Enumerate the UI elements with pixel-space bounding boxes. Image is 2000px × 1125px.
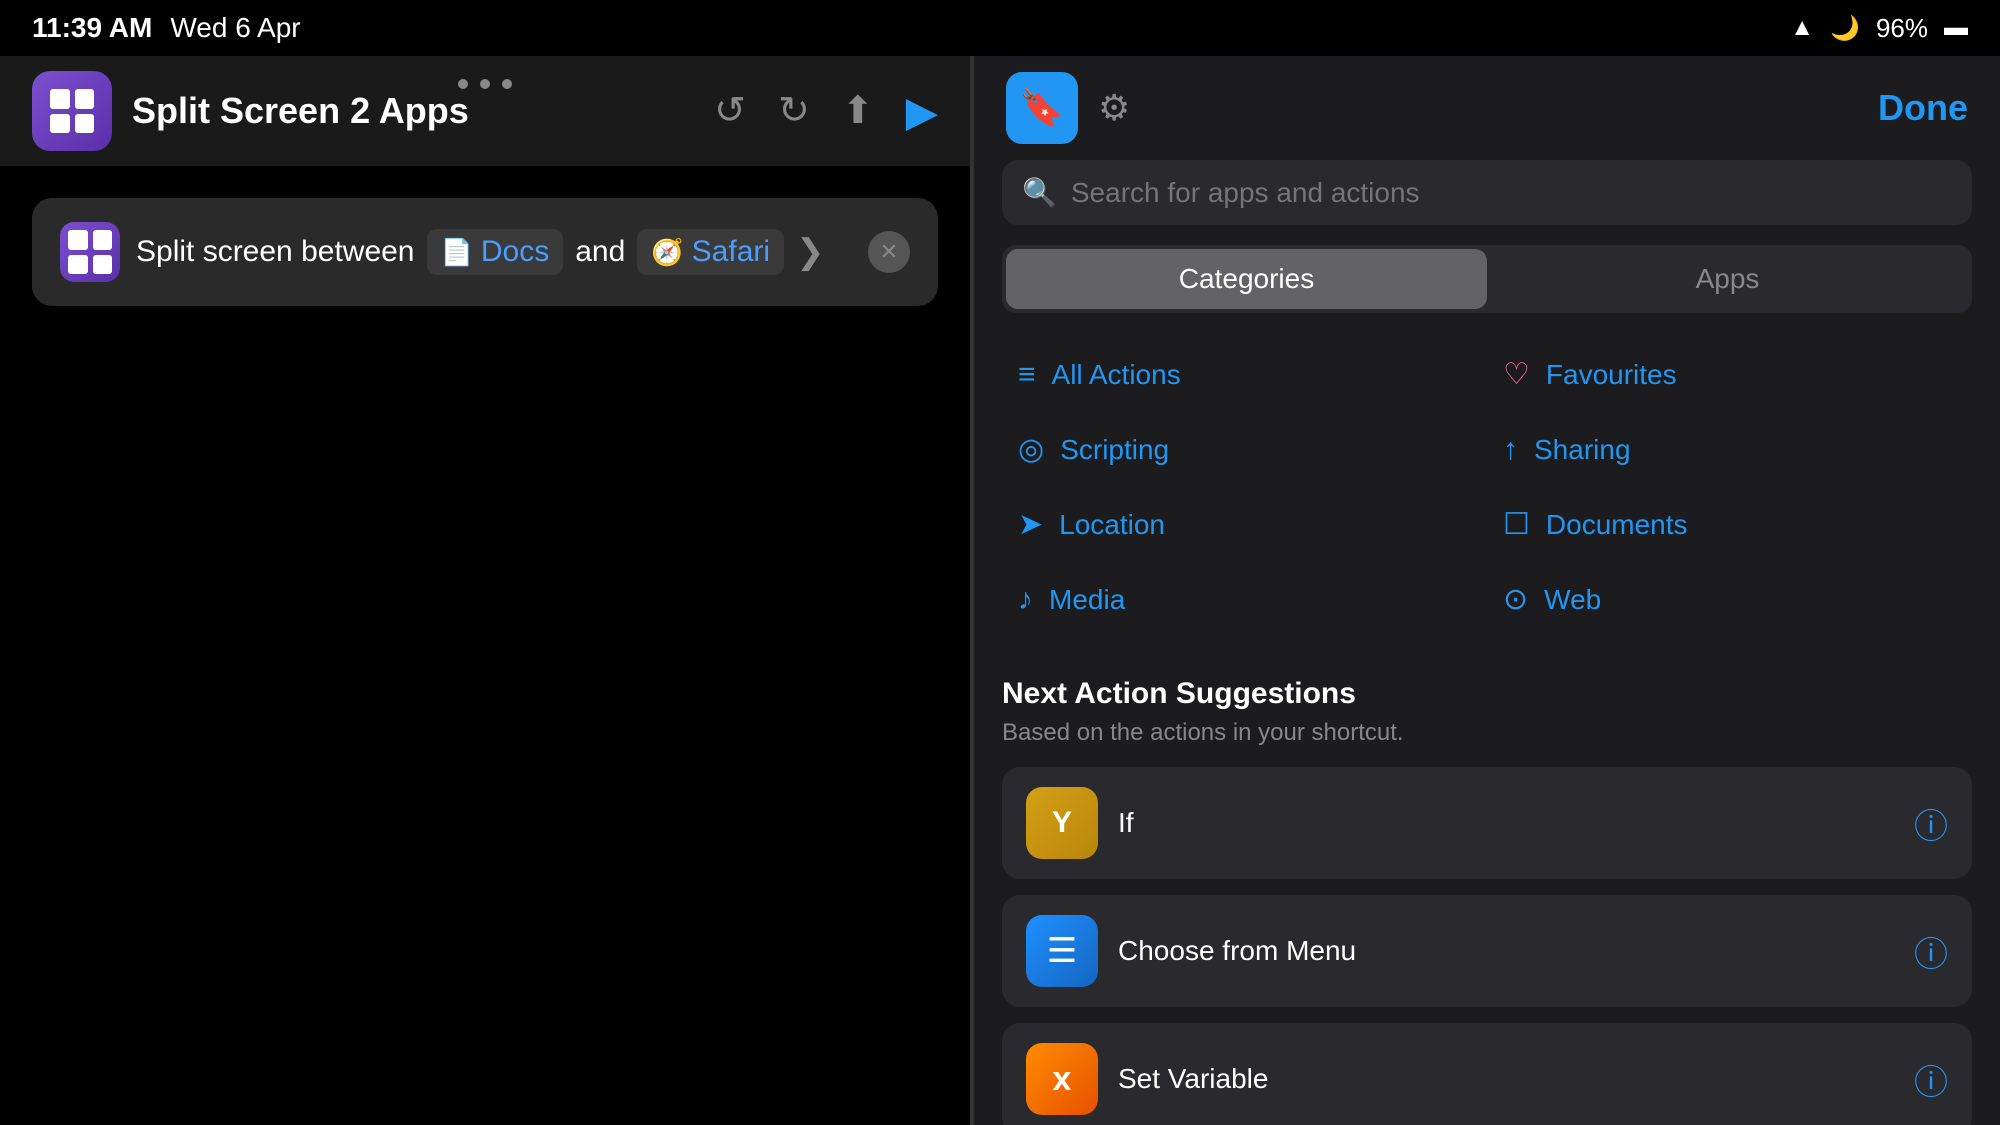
app2-chip[interactable]: 🧭 Safari [637,229,784,275]
tabs-container: Categories Apps [1002,245,1972,313]
choose-menu-label: Choose from Menu [1118,935,1894,967]
category-location[interactable]: ➤ Location [1002,487,1487,562]
right-header: 🔖 ⚙ Done [974,56,2000,160]
right-header-icons: 🔖 ⚙ [1006,72,1130,144]
choose-menu-info-button[interactable]: ⓘ [1914,927,1948,976]
favourites-label: Favourites [1546,359,1677,391]
top-dots-menu [0,56,970,112]
battery-indicator: 96% [1876,13,1928,44]
if-info-button[interactable]: ⓘ [1914,799,1948,848]
search-bar: 🔍 [1002,160,1972,225]
choose-menu-icon-wrap: ☰ [1026,915,1098,987]
suggestion-set-variable[interactable]: x Set Variable ⓘ [1002,1023,1972,1125]
all-actions-label: All Actions [1052,359,1181,391]
media-icon: ♪ [1018,583,1033,617]
dot-3 [502,79,512,89]
action-arrow-icon[interactable]: ❯ [796,232,825,272]
search-input[interactable] [1071,177,1952,209]
action-block-icon [60,222,120,282]
category-favourites[interactable]: ♡ Favourites [1487,337,1972,412]
status-date: Wed 6 Apr [170,12,300,44]
set-variable-icon-wrap: x [1026,1043,1098,1115]
category-documents[interactable]: ☐ Documents [1487,487,1972,562]
left-header-wrapper: Split Screen 2 Apps ↺ ↻ ⬆ ▶ [0,56,970,166]
action-block: Split screen between 📄 Docs and 🧭 Safari… [32,198,938,306]
web-icon: ⊙ [1503,582,1528,617]
scripting-label: Scripting [1060,434,1169,466]
a-dot-2 [93,230,113,250]
sharing-icon: ↑ [1503,433,1518,467]
app2-name: Safari [692,235,770,269]
category-scripting[interactable]: ◎ Scripting [1002,412,1487,487]
next-actions-title: Next Action Suggestions [1002,677,1972,711]
app1-name: Docs [481,235,549,269]
set-variable-label: Set Variable [1118,1063,1894,1095]
bookmark-plus-icon: 🔖 [1020,87,1065,129]
a-dot-4 [93,255,113,275]
filter-button[interactable]: ⚙ [1098,87,1130,129]
connector-text: and [575,235,625,269]
a-dot-1 [68,230,88,250]
location-icon: ➤ [1018,507,1043,542]
moon-icon: 🌙 [1830,14,1860,43]
set-variable-info-button[interactable]: ⓘ [1914,1055,1948,1104]
action-description: Split screen between [136,235,415,269]
if-icon: Y [1052,806,1072,840]
status-right: ▲ 🌙 96% ▬ [1790,13,1968,44]
done-button[interactable]: Done [1878,87,1968,129]
categories-grid: ≡ All Actions ♡ Favourites ◎ Scripting ↑… [974,337,2000,637]
docs-icon: 📄 [441,237,473,268]
tab-apps[interactable]: Apps [1487,249,1968,309]
choose-menu-icon: ☰ [1047,931,1077,971]
safari-icon: 🧭 [651,237,683,268]
left-content: Split screen between 📄 Docs and 🧭 Safari… [0,166,970,1125]
suggestion-choose-from-menu[interactable]: ☰ Choose from Menu ⓘ [1002,895,1972,1007]
next-actions-subtitle: Based on the actions in your shortcut. [1002,719,1972,747]
web-label: Web [1544,584,1601,616]
category-web[interactable]: ⊙ Web [1487,562,1972,637]
category-all-actions[interactable]: ≡ All Actions [1002,337,1487,412]
a-dot-3 [68,255,88,275]
status-left: 11:39 AM Wed 6 Apr [32,12,301,44]
search-container: 🔍 [974,160,2000,245]
add-to-favorites-button[interactable]: 🔖 [1006,72,1078,144]
documents-label: Documents [1546,509,1688,541]
sharing-label: Sharing [1534,434,1631,466]
battery-icon: ▬ [1944,14,1968,42]
left-panel: Split Screen 2 Apps ↺ ↻ ⬆ ▶ [0,56,970,1125]
status-bar: 11:39 AM Wed 6 Apr ▲ 🌙 96% ▬ [0,0,2000,56]
set-variable-icon: x [1053,1060,1072,1099]
all-actions-icon: ≡ [1018,358,1036,392]
dot-2 [480,79,490,89]
location-label: Location [1059,509,1165,541]
status-time: 11:39 AM [32,12,152,44]
action-text: Split screen between 📄 Docs and 🧭 Safari… [136,229,852,275]
next-actions-section: Next Action Suggestions Based on the act… [974,677,2000,1125]
app1-chip[interactable]: 📄 Docs [427,229,564,275]
if-label: If [1118,807,1894,839]
media-label: Media [1049,584,1125,616]
tab-categories[interactable]: Categories [1006,249,1487,309]
category-media[interactable]: ♪ Media [1002,562,1487,637]
suggestion-if[interactable]: Y If ⓘ [1002,767,1972,879]
if-icon-wrap: Y [1026,787,1098,859]
favourites-icon: ♡ [1503,357,1530,392]
main-area: Split Screen 2 Apps ↺ ↻ ⬆ ▶ [0,56,2000,1125]
icon-dot-3 [50,114,70,134]
right-panel: 🔖 ⚙ Done 🔍 Categories Apps ≡ [974,56,2000,1125]
icon-dot-4 [75,114,95,134]
dot-1 [458,79,468,89]
category-sharing[interactable]: ↑ Sharing [1487,412,1972,487]
action-icon-grid [68,230,112,274]
wifi-icon: ▲ [1790,14,1814,42]
search-icon: 🔍 [1022,176,1057,209]
action-close-button[interactable]: ✕ [868,231,910,273]
documents-icon: ☐ [1503,507,1530,542]
scripting-icon: ◎ [1018,432,1044,467]
